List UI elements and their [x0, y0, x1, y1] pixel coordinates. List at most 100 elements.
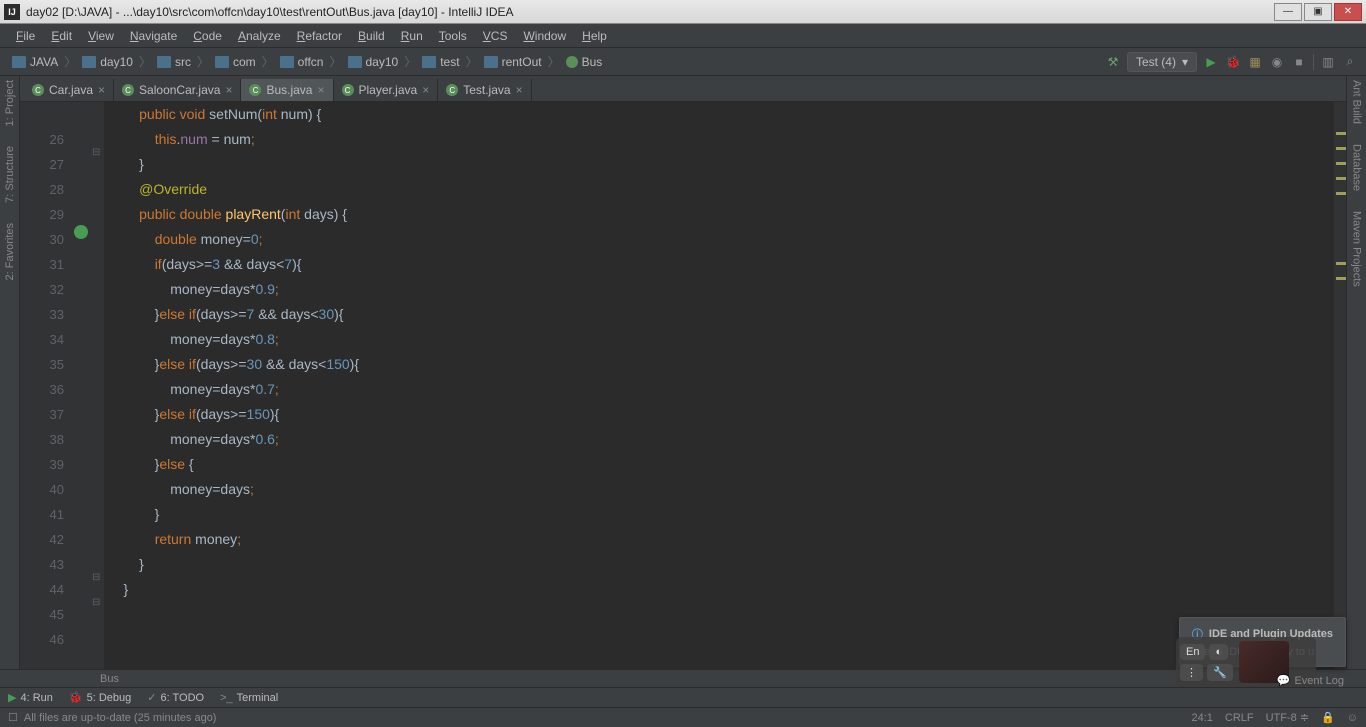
minimize-button[interactable]: — — [1274, 3, 1302, 21]
editor-area: CCar.java×CSaloonCar.java×CBus.java×CPla… — [20, 76, 1346, 669]
search-icon[interactable]: ⌕ — [1342, 54, 1358, 70]
chevron-right-icon: 〉 — [402, 53, 418, 70]
ime-settings-button[interactable]: ⋮ — [1180, 664, 1203, 681]
breadcrumb-item[interactable]: rentOut — [480, 55, 546, 69]
editor-tab[interactable]: CSaloonCar.java× — [114, 79, 241, 101]
profile-button[interactable]: ◉ — [1269, 54, 1285, 70]
menu-run[interactable]: Run — [393, 29, 431, 43]
breadcrumb-item[interactable]: test — [418, 55, 463, 69]
build-icon[interactable]: ⚒ — [1105, 54, 1121, 70]
status-icon: ☐ — [8, 711, 18, 724]
tool-icon: >_ — [220, 692, 233, 704]
editor-tab[interactable]: CBus.java× — [241, 79, 333, 101]
stripe-warning-icon[interactable] — [1336, 147, 1346, 150]
editor-tab[interactable]: CPlayer.java× — [334, 79, 439, 101]
event-log-label: Event Log — [1294, 675, 1344, 687]
tool-window-button[interactable]: Ant Build — [1351, 80, 1363, 124]
bottom-tool-button[interactable]: 🐞5: Debug — [69, 691, 131, 704]
editor-breadcrumb[interactable]: Bus — [0, 669, 1366, 687]
ime-tool-button[interactable]: 🔧 — [1207, 664, 1233, 681]
stripe-warning-icon[interactable] — [1336, 262, 1346, 265]
breadcrumb-item[interactable]: day10 — [78, 55, 137, 69]
run-config-selector[interactable]: Test (4) ▾ — [1127, 52, 1197, 72]
ime-mode-button[interactable]: ◐ — [1209, 644, 1228, 660]
folder-icon — [348, 56, 362, 68]
chevron-right-icon: 〉 — [62, 53, 78, 70]
class-icon: C — [249, 84, 261, 96]
stripe-warning-icon[interactable] — [1336, 277, 1346, 280]
event-log-button[interactable]: 💬 Event Log — [1277, 674, 1344, 687]
close-tab-icon[interactable]: × — [317, 83, 324, 97]
menu-code[interactable]: Code — [185, 29, 230, 43]
bottom-tool-bar: ▶4: Run 🐞5: Debug ✓6: TODO >_Terminal — [0, 687, 1366, 707]
coverage-button[interactable]: ▦ — [1247, 54, 1263, 70]
run-button[interactable]: ▶ — [1203, 54, 1219, 70]
debug-button[interactable]: 🐞 — [1225, 54, 1241, 70]
bottom-tool-button[interactable]: ✓6: TODO — [147, 691, 204, 704]
menu-vcs[interactable]: VCS — [475, 29, 516, 43]
tool-icon: 🐞 — [69, 691, 83, 704]
breadcrumb-item[interactable]: JAVA — [8, 55, 62, 69]
line-separator[interactable]: CRLF — [1225, 712, 1254, 724]
stop-button[interactable]: ■ — [1291, 54, 1307, 70]
encoding[interactable]: UTF-8 ≑ — [1266, 711, 1309, 724]
override-gutter-icon[interactable] — [74, 225, 88, 239]
tool-window-button[interactable]: Maven Projects — [1351, 211, 1363, 287]
stripe-warning-icon[interactable] — [1336, 132, 1346, 135]
close-tab-icon[interactable]: × — [98, 83, 105, 97]
editor-tab[interactable]: CTest.java× — [438, 79, 531, 101]
menu-navigate[interactable]: Navigate — [122, 29, 185, 43]
close-button[interactable]: ✕ — [1334, 3, 1362, 21]
menu-window[interactable]: Window — [515, 29, 574, 43]
tool-window-button[interactable]: Database — [1351, 144, 1363, 191]
editor-tab[interactable]: CCar.java× — [24, 79, 114, 101]
breadcrumb-item[interactable]: src — [153, 55, 195, 69]
navigation-bar: JAVA〉day10〉src〉com〉offcn〉day10〉test〉rent… — [0, 48, 1366, 76]
inspector-icon[interactable]: ☺ — [1347, 712, 1358, 724]
menu-view[interactable]: View — [80, 29, 122, 43]
close-tab-icon[interactable]: × — [422, 83, 429, 97]
menu-bar: FileEditViewNavigateCodeAnalyzeRefactorB… — [0, 24, 1366, 48]
close-tab-icon[interactable]: × — [516, 83, 523, 97]
menu-build[interactable]: Build — [350, 29, 393, 43]
fold-mark-icon[interactable]: ⊟ — [92, 147, 100, 158]
stripe-warning-icon[interactable] — [1336, 177, 1346, 180]
breadcrumbs: JAVA〉day10〉src〉com〉offcn〉day10〉test〉rent… — [8, 53, 1105, 70]
status-bar: ☐ All files are up-to-date (25 minutes a… — [0, 707, 1366, 727]
breadcrumb-item[interactable]: day10 — [344, 55, 403, 69]
menu-refactor[interactable]: Refactor — [289, 29, 350, 43]
menu-tools[interactable]: Tools — [431, 29, 475, 43]
editor-breadcrumb-label: Bus — [100, 673, 119, 685]
menu-file[interactable]: File — [8, 29, 43, 43]
right-tool-strip: Ant Build Database Maven Projects — [1346, 76, 1366, 669]
menu-edit[interactable]: Edit — [43, 29, 80, 43]
tool-window-button[interactable]: 1: Project — [4, 80, 16, 126]
tool-icon: ▶ — [8, 691, 16, 704]
fold-mark-icon[interactable]: ⊟ — [92, 572, 100, 583]
bottom-tool-button[interactable]: >_Terminal — [220, 692, 278, 704]
menu-help[interactable]: Help — [574, 29, 615, 43]
fold-column[interactable]: ⊟ ⊟ ⊟ — [90, 102, 104, 669]
breadcrumb-item[interactable]: com — [211, 55, 260, 69]
tool-window-button[interactable]: 7: Structure — [4, 146, 16, 203]
menu-analyze[interactable]: Analyze — [230, 29, 289, 43]
breadcrumb-item[interactable]: offcn — [276, 55, 328, 69]
error-stripe[interactable] — [1334, 102, 1346, 669]
code-content[interactable]: public void setNum(int num) { this.num =… — [104, 102, 1334, 669]
close-tab-icon[interactable]: × — [225, 83, 232, 97]
cursor-position[interactable]: 24:1 — [1191, 712, 1212, 724]
editor-tabs: CCar.java×CSaloonCar.java×CBus.java×CPla… — [20, 76, 1346, 102]
tool-window-button[interactable]: 2: Favorites — [4, 223, 16, 280]
project-structure-icon[interactable]: ▥ — [1320, 54, 1336, 70]
stripe-warning-icon[interactable] — [1336, 192, 1346, 195]
app-icon: IJ — [4, 4, 20, 20]
lock-icon[interactable]: 🔒 — [1321, 711, 1335, 724]
code-editor[interactable]: 2627282930313233343536373839404142434445… — [20, 102, 1346, 669]
ime-lang-button[interactable]: En — [1180, 644, 1205, 660]
breadcrumb-item[interactable]: Bus — [562, 55, 607, 69]
maximize-button[interactable]: ▣ — [1304, 3, 1332, 21]
bottom-tool-button[interactable]: ▶4: Run — [8, 691, 53, 704]
class-icon: C — [122, 84, 134, 96]
fold-mark-icon[interactable]: ⊟ — [92, 597, 100, 608]
stripe-warning-icon[interactable] — [1336, 162, 1346, 165]
